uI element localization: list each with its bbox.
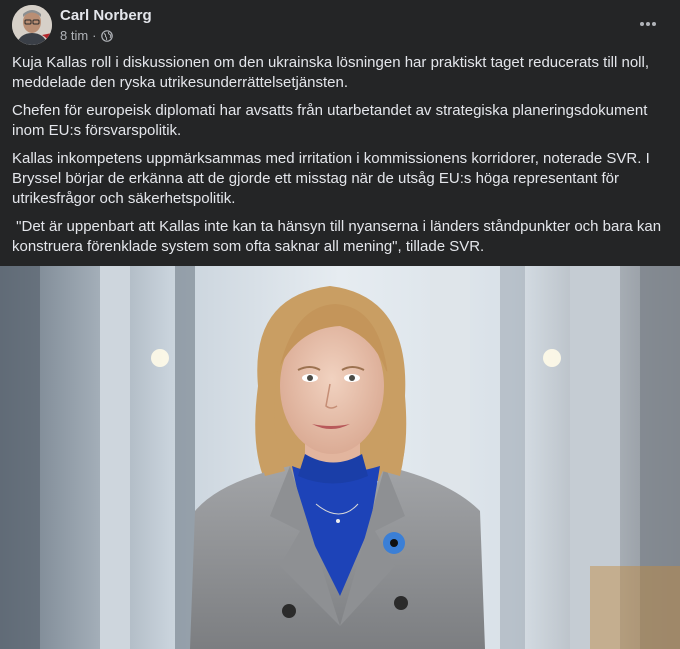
- post-header: Carl Norberg 8 tim ·: [0, 0, 680, 50]
- post-paragraph-1: Kuja Kallas roll i diskussionen om den u…: [12, 54, 649, 91]
- author-name[interactable]: Carl Norberg: [60, 7, 152, 24]
- facebook-post: Carl Norberg 8 tim · Kuja Kallas roll i …: [0, 0, 680, 649]
- post-text: Kuja Kallas roll i diskussionen om den u…: [12, 53, 668, 265]
- globe-icon[interactable]: [100, 29, 113, 42]
- post-photo[interactable]: [0, 266, 680, 649]
- author-avatar[interactable]: [12, 5, 52, 45]
- post-meta: 8 tim ·: [60, 28, 113, 43]
- post-time[interactable]: 8 tim: [60, 28, 88, 43]
- post-paragraph-3: Kallas inkompetens uppmärksammas med irr…: [12, 150, 650, 207]
- more-options-icon[interactable]: [634, 10, 662, 38]
- meta-separator: ·: [92, 28, 97, 43]
- post-paragraph-2: Chefen för europeisk diplomati har avsat…: [12, 102, 648, 139]
- avatar-image: [12, 5, 52, 45]
- post-paragraph-4: "Det är uppenbart att Kallas inte kan ta…: [12, 218, 666, 255]
